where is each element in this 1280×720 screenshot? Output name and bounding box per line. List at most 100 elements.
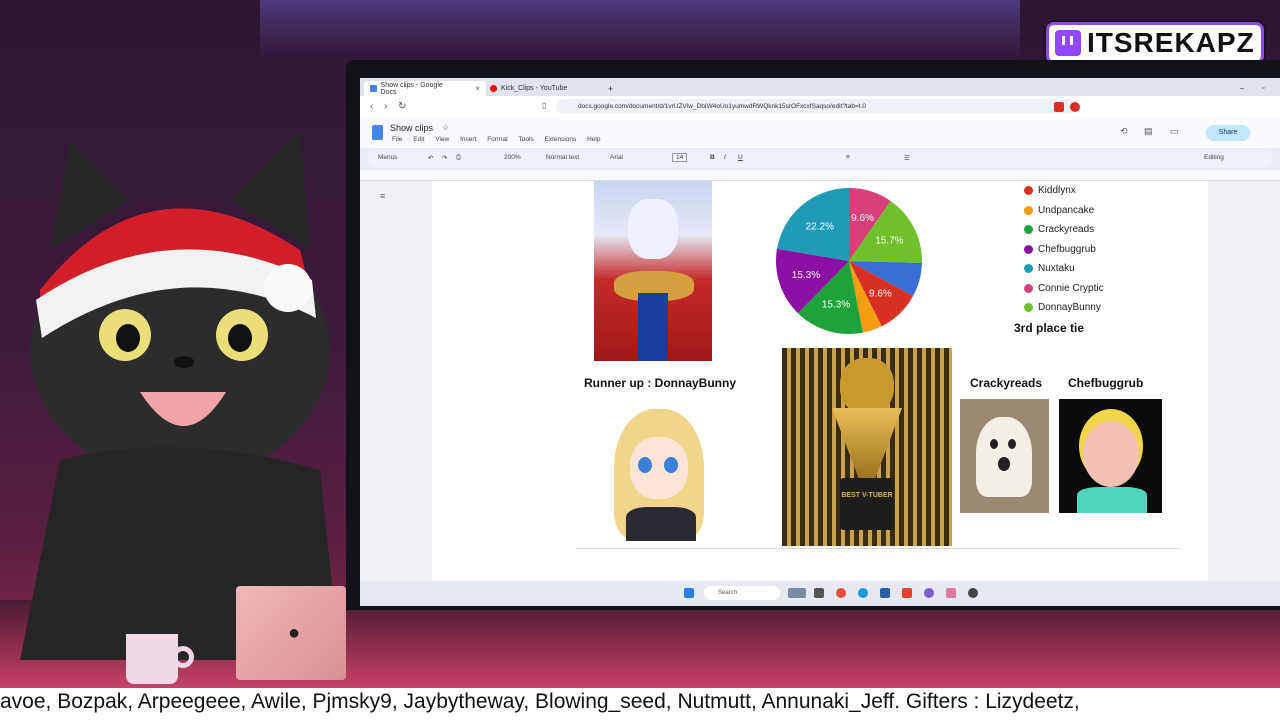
taskbar-search[interactable]: Search	[704, 586, 780, 600]
brand-badge: ITSREKAPZ	[1046, 22, 1264, 64]
tab-label: Show clips - Google Docs	[380, 81, 443, 96]
file-explorer-icon[interactable]	[814, 588, 824, 598]
pie-slice-label: 9.6%	[851, 213, 874, 224]
legend-label: Chefbuggrub	[1038, 243, 1096, 255]
new-tab-button[interactable]: +	[602, 81, 619, 96]
youtube-favicon-icon	[490, 85, 497, 92]
menu-file[interactable]: File	[392, 136, 402, 143]
avatar-face	[1083, 421, 1139, 487]
coffee-mug-handle	[172, 646, 194, 668]
avatar-face	[628, 199, 678, 259]
extension-icon[interactable]	[1054, 102, 1064, 112]
close-tab-icon[interactable]: ×	[455, 84, 480, 93]
bold-button[interactable]: B	[710, 154, 715, 161]
apple-logo-icon: ●	[288, 622, 301, 644]
chefbuggrub-caption: Chefbuggrub	[1068, 376, 1144, 390]
italic-button[interactable]: I	[724, 154, 726, 161]
star-icon[interactable]: ☆	[442, 123, 449, 132]
pie-slice-label: 15.3%	[792, 270, 820, 281]
url-input[interactable]: docs.google.com/document/d/1vrUZVlw_DbIW…	[556, 99, 1076, 114]
font-size-input[interactable]: 14	[672, 153, 688, 162]
zoom-select[interactable]: 200%	[504, 154, 521, 161]
menu-help[interactable]: Help	[587, 136, 600, 143]
chrome-icon[interactable]	[836, 588, 846, 598]
ghost-eye	[1008, 439, 1016, 449]
obs-icon[interactable]	[968, 588, 978, 598]
brave-icon[interactable]	[902, 588, 912, 598]
share-button[interactable]: Share	[1206, 125, 1250, 141]
menu-insert[interactable]: Insert	[460, 136, 476, 143]
legend-item: Connie Cryptic	[1024, 279, 1104, 299]
avatar-eye	[664, 457, 678, 473]
underline-button[interactable]: U	[738, 154, 743, 161]
print-icon[interactable]: ⎙	[456, 154, 461, 162]
minimize-icon[interactable]: –	[1234, 81, 1250, 96]
menu-extensions[interactable]: Extensions	[544, 136, 576, 143]
back-icon[interactable]: ‹	[370, 101, 373, 112]
coffee-mug	[126, 634, 178, 684]
docs-logo-icon[interactable]	[372, 125, 383, 140]
winner-avatar-image	[594, 181, 712, 361]
santa-hat-pompom	[264, 264, 312, 312]
app-icon[interactable]	[946, 588, 956, 598]
reload-icon[interactable]: ↻	[398, 101, 406, 112]
legend-label: DonnayBunny	[1038, 302, 1101, 314]
avatar-hoodie	[626, 507, 696, 541]
tab-kick-clips[interactable]: Kick_Clips - YouTube	[484, 81, 606, 96]
legend-label: Connie Cryptic	[1038, 282, 1104, 294]
meet-icon[interactable]: ▭	[1170, 126, 1179, 137]
runner-up-caption: Runner up : DonnayBunny	[584, 376, 736, 390]
redo-icon[interactable]: ↷	[442, 154, 447, 162]
legend-swatch	[1024, 205, 1033, 215]
legend-label: Nuxtaku	[1038, 263, 1075, 275]
store-icon[interactable]	[880, 588, 890, 598]
chefbuggrub-avatar-image	[1059, 399, 1162, 513]
history-icon[interactable]: ⟲	[1120, 126, 1128, 137]
windows-taskbar: Search	[360, 581, 1280, 606]
legend-item: Undpancake	[1024, 201, 1104, 221]
menu-view[interactable]: View	[435, 136, 449, 143]
forward-icon[interactable]: ›	[384, 101, 387, 112]
widget-icon[interactable]	[788, 588, 806, 598]
style-select[interactable]: Normal text	[546, 154, 579, 161]
cat-pupil-right	[228, 324, 252, 352]
legend-swatch	[1024, 225, 1033, 235]
legend-swatch	[1024, 186, 1033, 196]
undo-icon[interactable]: ↶	[428, 154, 433, 162]
font-select[interactable]: Arial	[610, 154, 623, 161]
browser-window: Show clips - Google Docs × Kick_Clips - …	[360, 78, 1280, 606]
menu-edit[interactable]: Edit	[413, 136, 424, 143]
legend-swatch	[1024, 283, 1033, 293]
ruler	[360, 170, 1280, 181]
outline-icon[interactable]: ≡	[380, 191, 385, 201]
menu-format[interactable]: Format	[487, 136, 508, 143]
tab-bar: Show clips - Google Docs × Kick_Clips - …	[360, 78, 1280, 96]
profile-icon[interactable]	[1070, 102, 1080, 112]
edge-icon[interactable]	[858, 588, 868, 598]
doc-title[interactable]: Show clips	[390, 123, 433, 133]
discord-icon[interactable]	[924, 588, 934, 598]
align-icon[interactable]: ≡	[846, 154, 850, 161]
trophy-head	[840, 358, 894, 414]
legend-label: Kiddlynx	[1038, 185, 1076, 197]
legend-item: Nuxtaku	[1024, 259, 1104, 279]
pie-slice-label: 15.3%	[822, 299, 850, 310]
divider	[576, 548, 1180, 549]
bookmark-icon[interactable]: ▯	[542, 101, 546, 110]
menu-tools[interactable]: Tools	[518, 136, 533, 143]
comment-icon[interactable]: ▤	[1144, 126, 1153, 137]
trophy-text: BEST V-TUBER	[841, 492, 893, 499]
tab-label: Kick_Clips - YouTube	[501, 85, 568, 92]
pie-slice-label: 9.6%	[869, 289, 892, 300]
shirt	[638, 293, 668, 361]
list-icon[interactable]: ☰	[904, 154, 910, 162]
tab-show-clips[interactable]: Show clips - Google Docs ×	[364, 81, 486, 96]
editing-mode-select[interactable]: Editing	[1204, 154, 1224, 161]
docs-favicon-icon	[370, 85, 377, 92]
vote-pie-chart: 9.6% 15.7% 9.6% 15.3% 15.3% 22.2%	[776, 188, 922, 334]
cat-vtuber-avatar	[20, 130, 340, 660]
search-menus-input[interactable]: Menus	[378, 154, 398, 161]
doc-page: 9.6% 15.7% 9.6% 15.3% 15.3% 22.2% Kiddlynx Un…	[432, 181, 1208, 581]
windows-start-icon[interactable]	[684, 588, 694, 598]
maximize-icon[interactable]: ▫	[1256, 81, 1270, 96]
